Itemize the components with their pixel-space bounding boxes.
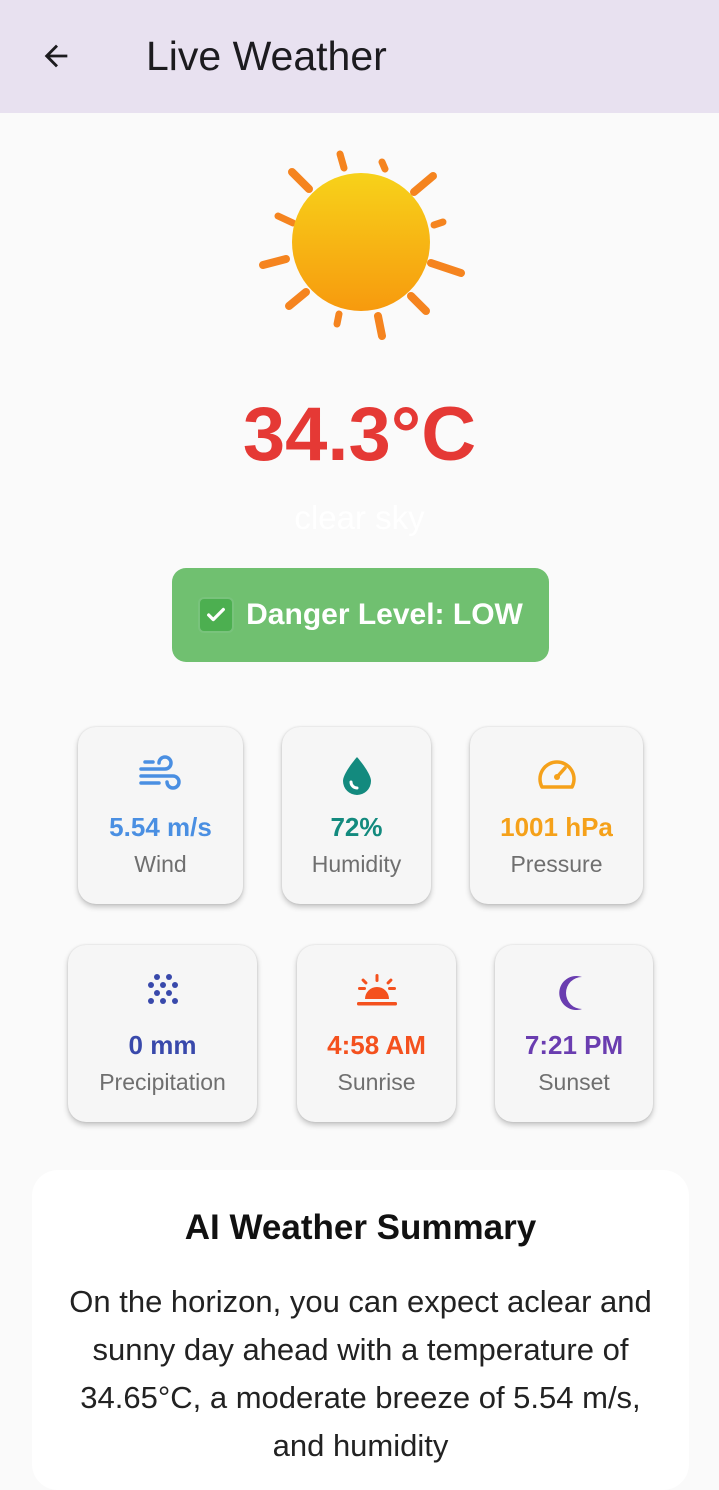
wind-card: 5.54 m/s Wind <box>78 727 243 904</box>
precipitation-label: Precipitation <box>99 1069 226 1095</box>
danger-level-text: Danger Level: LOW <box>246 598 523 631</box>
arrow-left-icon <box>44 44 68 68</box>
sunset-card: 7:21 PM Sunset <box>495 945 653 1122</box>
wind-label: Wind <box>134 851 187 877</box>
wind-icon <box>138 755 181 790</box>
weather-description: clear sky <box>294 499 425 536</box>
precipitation-icon <box>147 974 178 1004</box>
gauge-icon <box>537 760 576 789</box>
precipitation-card: 0 mm Precipitation <box>68 945 257 1122</box>
sunrise-label: Sunrise <box>337 1069 416 1095</box>
ai-summary-card: AI Weather Summary On the horizon, you c… <box>32 1170 689 1490</box>
sunset-label: Sunset <box>538 1069 610 1095</box>
sun-icon <box>256 148 471 343</box>
moon-icon <box>559 976 582 1010</box>
sunrise-value: 4:58 AM <box>327 1030 426 1060</box>
temperature: 34.3°C <box>242 392 477 477</box>
ai-summary-title: AI Weather Summary <box>184 1208 537 1247</box>
sunrise-card: 4:58 AM Sunrise <box>297 945 456 1122</box>
page-title: Live Weather <box>146 33 387 79</box>
precipitation-value: 0 mm <box>128 1030 197 1060</box>
humidity-card: 72% Humidity <box>282 727 431 904</box>
humidity-label: Humidity <box>311 851 402 877</box>
wind-value: 5.54 m/s <box>109 812 212 842</box>
check-mark-icon <box>198 597 235 633</box>
pressure-label: Pressure <box>510 851 603 877</box>
pressure-value: 1001 hPa <box>500 812 613 842</box>
back-button[interactable] <box>28 28 84 84</box>
humidity-value: 72% <box>330 812 383 842</box>
water-drop-icon <box>342 757 371 795</box>
pressure-card: 1001 hPa Pressure <box>470 727 643 904</box>
sunrise-icon <box>356 974 397 1006</box>
ai-summary-text: On the horizon, you can expect aclear an… <box>69 1284 652 1463</box>
danger-level-badge: Danger Level: LOW <box>172 568 549 662</box>
sunset-value: 7:21 PM <box>524 1030 624 1060</box>
app-bar: Live Weather <box>0 0 719 113</box>
